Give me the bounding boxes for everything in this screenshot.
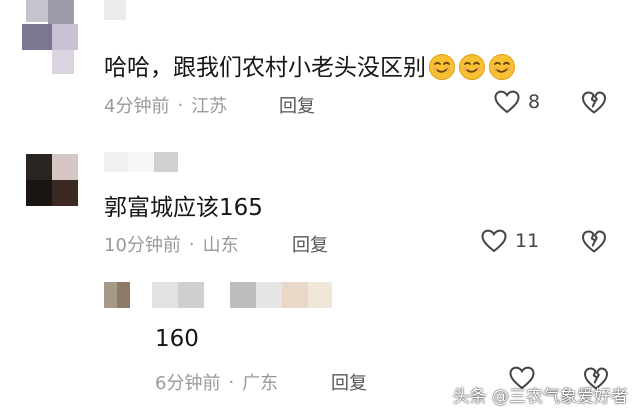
comment-location: 江苏 bbox=[191, 96, 228, 117]
like-button[interactable]: 11 bbox=[481, 229, 539, 253]
reply-button[interactable]: 回复 bbox=[331, 369, 367, 395]
smirking-face-icon bbox=[489, 54, 515, 80]
reply-button[interactable]: 回复 bbox=[292, 231, 328, 257]
comment-text: 160 bbox=[155, 326, 199, 352]
heart-icon bbox=[494, 90, 520, 114]
like-button[interactable]: 8 bbox=[494, 90, 540, 114]
comment-location: 山东 bbox=[202, 235, 239, 256]
avatar[interactable] bbox=[104, 282, 130, 308]
watermark: 头条 @三农气象爱好者 bbox=[452, 387, 628, 407]
meta-separator: · bbox=[188, 233, 195, 255]
meta-separator: · bbox=[177, 94, 184, 116]
comment-location: 广东 bbox=[242, 373, 279, 394]
username[interactable] bbox=[104, 0, 126, 20]
broken-heart-icon bbox=[582, 230, 606, 253]
comment-time: 10分钟前 bbox=[104, 235, 181, 256]
smirking-face-icon bbox=[429, 54, 455, 80]
smirking-face-icon bbox=[459, 54, 485, 80]
comment-meta: 6分钟前 · 广东 bbox=[155, 369, 278, 395]
meta-separator: · bbox=[228, 371, 235, 393]
avatar[interactable] bbox=[22, 0, 84, 75]
heart-icon bbox=[481, 229, 507, 253]
comment-text: 哈哈，跟我们农村小老头没区别 bbox=[104, 48, 516, 82]
username[interactable] bbox=[104, 152, 178, 174]
comment-time: 6分钟前 bbox=[155, 373, 221, 394]
username[interactable] bbox=[152, 282, 332, 308]
avatar[interactable] bbox=[26, 154, 78, 206]
like-count: 11 bbox=[515, 230, 540, 252]
emoji-group bbox=[426, 54, 516, 81]
dislike-button[interactable] bbox=[582, 230, 606, 258]
comment-text: 郭富城应该165 bbox=[104, 195, 263, 221]
comment-text-content: 哈哈，跟我们农村小老头没区别 bbox=[104, 55, 426, 81]
dislike-button[interactable] bbox=[582, 91, 606, 119]
comment-meta: 10分钟前 · 山东 bbox=[104, 231, 239, 257]
comment-meta: 4分钟前 · 江苏 bbox=[104, 92, 227, 118]
broken-heart-icon bbox=[582, 91, 606, 114]
like-count: 8 bbox=[528, 91, 541, 113]
comment-time: 4分钟前 bbox=[104, 96, 170, 117]
reply-button[interactable]: 回复 bbox=[279, 92, 315, 118]
